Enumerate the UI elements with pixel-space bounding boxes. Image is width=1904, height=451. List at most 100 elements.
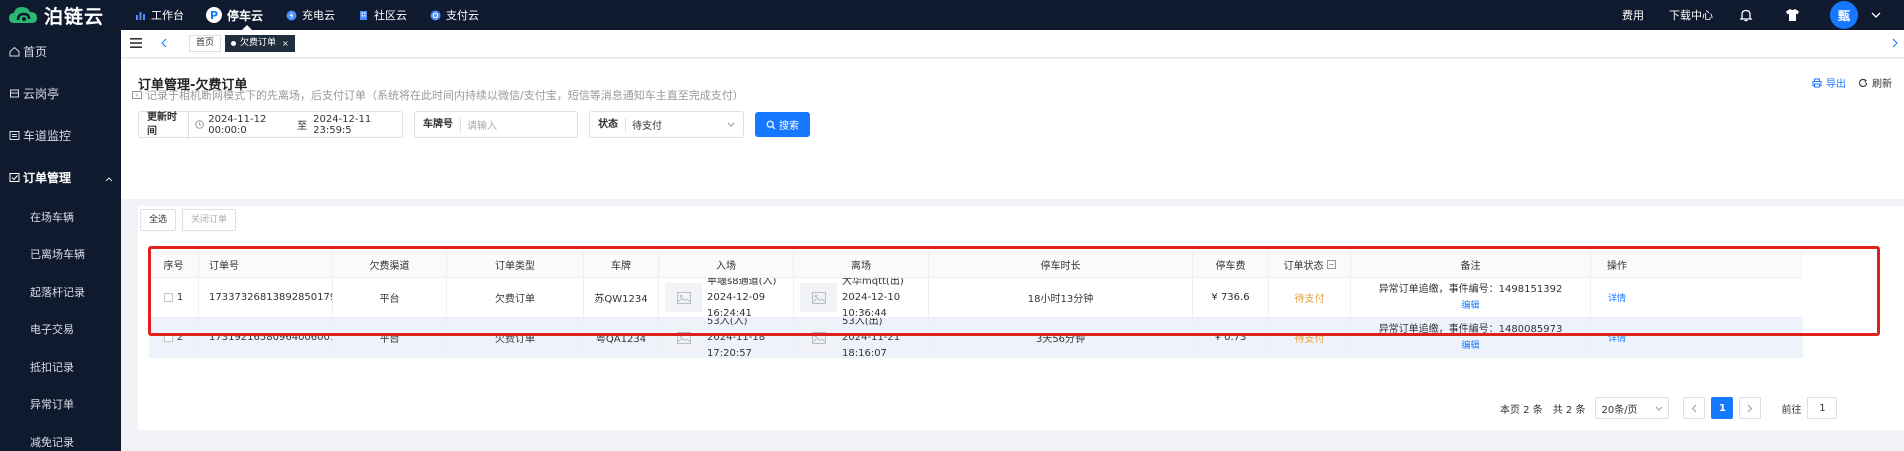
tab-close-icon[interactable]: × [282,35,289,52]
exit-time: 2024-11-21 18:16:07 [842,331,901,358]
sidebar-subitem-departed[interactable]: 已离场车辆 [0,236,121,274]
sidebar-subitem-deductions[interactable]: 抵扣记录 [0,348,121,386]
header-actions: 导出 刷新 [1800,75,1892,90]
plate-number: 粤QA1234 [584,318,659,357]
col-header-entry: 入场 [659,252,794,277]
exit-gate: 大华mqtt(出) [842,278,904,287]
select-all-button[interactable]: 全选 [140,209,177,231]
goto-label: 前往 [1781,404,1802,416]
detail-link[interactable]: 详情 [1608,291,1626,304]
sidebar: 首页 云岗亭 车道监控 订单管理 在场车辆 已离场车辆 起落杆记录 电子交易 抵… [0,30,121,451]
parking-fee: ¥ 736.6 [1193,278,1269,317]
close-order-button[interactable]: 关闭订单 [182,209,237,231]
parking-duration: 18小时13分钟 [929,278,1193,317]
table-header-row: 序号 订单号 欠费渠道 订单类型 车牌 入场 离场 停车时长 停车费 订单状态 … [149,252,1803,278]
tab-scroll-left-icon[interactable] [157,36,171,50]
total-count: 共 2 条 [1552,404,1586,416]
chevron-down-icon [727,122,735,127]
sidebar-item-lane-monitor[interactable]: 车道监控 [0,114,121,156]
exit-time: 2024-12-10 10:36:44 [842,291,901,318]
filter-icon[interactable] [1326,260,1336,269]
pay-icon [429,9,441,21]
entry-photo-placeholder-icon[interactable] [665,323,702,352]
topnav-charging-cloud[interactable]: 充电云 [285,0,335,30]
sidebar-item-cloud-booth[interactable]: 云岗亭 [0,72,121,114]
col-header-remark: 备注 [1351,252,1591,277]
sidebar-subitem-waivers[interactable]: 减免记录 [0,423,121,451]
next-page-button[interactable] [1739,397,1762,419]
tab-strip: 首页 欠费订单 × [121,30,1904,58]
channel: 平台 [333,318,447,357]
sidebar-subitem-abnormal-orders[interactable]: 异常订单 [0,386,121,424]
plate-number-input[interactable]: 请输入 [461,117,503,132]
tab-scroll-right-icon[interactable] [1888,36,1902,50]
goto-page-input[interactable]: 1 [1807,397,1838,419]
page-number-current[interactable]: 1 [1711,397,1734,419]
order-type: 欠费订单 [447,278,584,317]
col-header-exit: 离场 [794,252,929,277]
clock-icon [195,120,205,129]
row-checkbox[interactable] [163,333,173,342]
orders-table: 序号 订单号 欠费渠道 订单类型 车牌 入场 离场 停车时长 停车费 订单状态 … [149,252,1803,358]
sidebar-subitem-e-transactions[interactable]: 电子交易 [0,311,121,349]
order-no: 17319216580964006001 [199,318,333,357]
edit-remark-link[interactable]: 编辑 [1461,298,1479,315]
update-time-range[interactable]: 更新时间 2024-11-12 00:00:0 至 2024-12-11 23:… [138,110,403,139]
col-header-plate: 车牌 [584,252,659,277]
refresh-icon [1858,78,1868,88]
refresh-button[interactable]: 刷新 [1858,75,1892,90]
download-center-link[interactable]: 下载中心 [1669,7,1713,23]
brand-logo[interactable]: 泊链云 [8,2,104,28]
top-nav: 工作台 P 停车云 充电云 社区云 支付云 [134,0,501,30]
row-checkbox[interactable] [163,293,173,302]
info-note-icon [132,90,142,100]
remark-cell: 异常订单追缴，事件编号：1480085973 编辑 [1351,318,1591,357]
edit-remark-link[interactable]: 编辑 [1461,338,1479,355]
col-header-status: 订单状态 [1269,252,1351,277]
col-header-fee: 停车费 [1193,252,1269,277]
cloud-logo-icon [8,3,40,27]
exit-cell: 大华mqtt(出) 2024-12-10 10:36:44 [794,278,929,317]
skin-shirt-icon[interactable] [1784,7,1800,23]
sidebar-subitem-in-lot[interactable]: 在场车辆 [0,198,121,236]
chevron-down-icon[interactable] [1864,7,1888,23]
time-end-value[interactable]: 2024-12-11 23:59:5 [313,114,396,136]
status-label: 状态 [590,117,626,132]
entry-cell: 53入(入) 2024-11-18 17:20:57 [659,318,794,357]
export-button[interactable]: 导出 [1812,75,1846,90]
building-icon [357,9,369,21]
prev-page-button[interactable] [1683,397,1706,419]
table-row[interactable]: 2 17319216580964006001 平台 欠费订单 粤QA1234 5… [149,318,1803,358]
status-select[interactable]: 状态 待支付 [589,111,744,138]
topnav-pay-cloud[interactable]: 支付云 [429,0,479,30]
page-row-count: 本页 2 条 [1500,404,1543,416]
parking-p-icon: P [206,7,222,23]
tab-home[interactable]: 首页 [189,35,222,52]
topnav-community-cloud[interactable]: 社区云 [357,0,407,30]
sidebar-item-home[interactable]: 首页 [0,30,121,72]
fee-link[interactable]: 费用 [1622,7,1644,23]
status-value: 待支付 [632,121,662,132]
time-start-value[interactable]: 2024-11-12 00:00:0 [208,114,291,136]
sidebar-subitem-barrier-records[interactable]: 起落杆记录 [0,273,121,311]
topnav-workbench[interactable]: 工作台 [134,0,184,30]
pagination: 本页 2 条 共 2 条 20条/页 1 前往 1 [1500,397,1838,419]
page-size-select[interactable]: 20条/页 [1595,397,1670,419]
menu-toggle-icon[interactable] [130,37,142,51]
row-index: 2 [176,332,184,343]
entry-photo-placeholder-icon[interactable] [665,283,702,312]
search-button[interactable]: 搜索 [755,112,810,137]
topnav-parking-cloud[interactable]: P 停车云 [206,0,263,30]
tab-arrears-orders[interactable]: 欠费订单 × [225,35,295,52]
exit-photo-placeholder-icon[interactable] [800,283,837,312]
time-range-separator: 至 [297,121,308,132]
home-icon [8,45,20,57]
avatar[interactable]: 甄 [1830,1,1858,29]
col-header-channel: 欠费渠道 [333,252,447,277]
detail-link[interactable]: 详情 [1608,331,1626,344]
plate-number-field[interactable]: 车牌号 请输入 [414,111,578,138]
bell-icon[interactable] [1738,7,1754,23]
sidebar-item-order-management[interactable]: 订单管理 [0,156,121,198]
table-row[interactable]: 1 17337326813892850179 平台 欠费订单 苏QW1234 苹… [149,278,1803,318]
exit-photo-placeholder-icon[interactable] [800,323,837,352]
